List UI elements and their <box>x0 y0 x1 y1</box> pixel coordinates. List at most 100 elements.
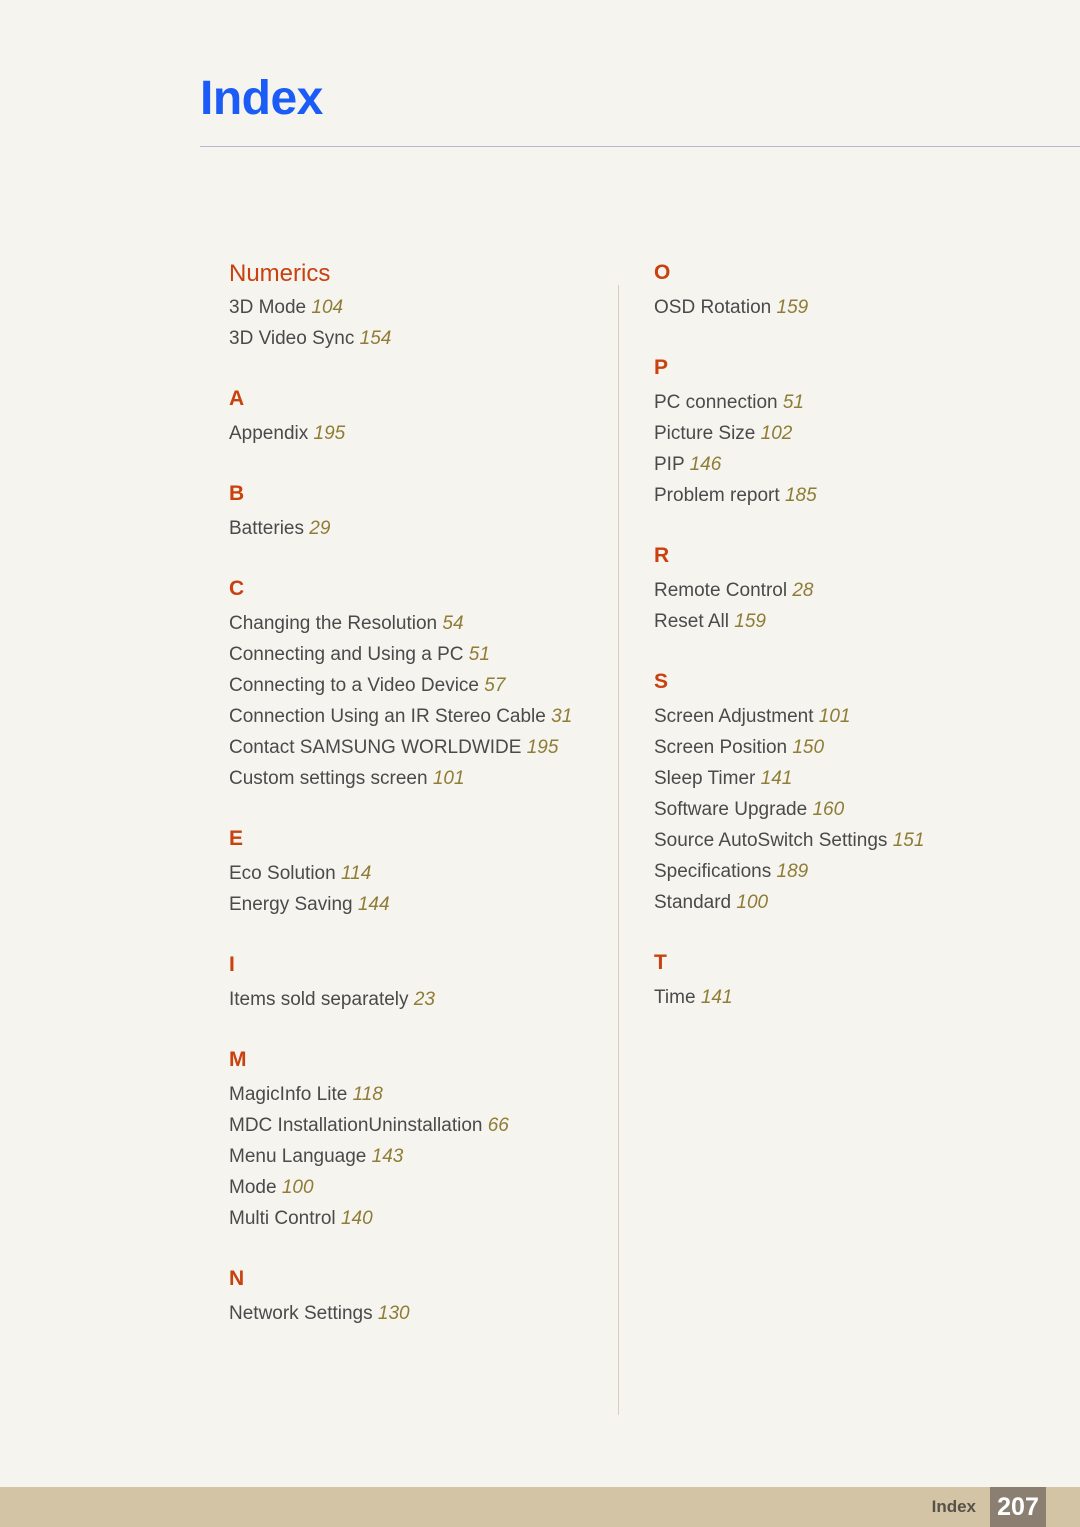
index-entry[interactable]: Batteries 29 <box>229 519 599 538</box>
index-entry[interactable]: Time 141 <box>654 988 1054 1007</box>
index-entry-page-number: 141 <box>700 987 733 1008</box>
index-entry[interactable]: Specifications 189 <box>654 862 1054 881</box>
index-entry-page-number: 66 <box>487 1115 509 1136</box>
index-entry-title: Screen Position <box>654 737 788 758</box>
index-entry[interactable]: Screen Adjustment 101 <box>654 707 1054 726</box>
index-entry[interactable]: PIP 146 <box>654 455 1054 474</box>
index-entry[interactable]: Software Upgrade 160 <box>654 800 1054 819</box>
index-entry[interactable]: Energy Saving 144 <box>229 895 599 914</box>
index-entry-title: Software Upgrade <box>654 799 808 820</box>
index-entry-page-number: 57 <box>484 675 506 696</box>
index-entry[interactable]: Connection Using an IR Stereo Cable 31 <box>229 707 599 726</box>
section-letter-heading: A <box>229 387 245 410</box>
index-entry[interactable]: Connecting and Using a PC 51 <box>229 645 599 664</box>
index-section-t: T Time 141 <box>654 952 1054 1007</box>
index-entry-page-number: 159 <box>776 297 809 318</box>
index-entry[interactable]: Source AutoSwitch Settings 151 <box>654 831 1054 850</box>
column-divider <box>618 285 619 1415</box>
index-entry-page-number: 195 <box>526 737 559 758</box>
index-entry-title: Standard <box>654 892 732 913</box>
index-entry-title: OSD Rotation <box>654 297 772 318</box>
index-entry-page-number: 189 <box>776 861 809 882</box>
index-entry-title: Connecting and Using a PC <box>229 644 464 665</box>
index-section-c: C Changing the Resolution 54 Connecting an… <box>229 578 599 788</box>
index-section-o: O OSD Rotation 159 <box>654 262 1054 317</box>
index-section-r: R Remote Control 28 Reset All 159 <box>654 545 1054 631</box>
index-entry[interactable]: Changing the Resolution 54 <box>229 614 599 633</box>
index-entry[interactable]: Problem report 185 <box>654 486 1054 505</box>
index-entry[interactable]: OSD Rotation 159 <box>654 298 1054 317</box>
index-entry-title: Source AutoSwitch Settings <box>654 830 888 851</box>
index-entry-title: MDC InstallationUninstallation <box>229 1115 483 1136</box>
index-entry[interactable]: Remote Control 28 <box>654 581 1054 600</box>
index-entry[interactable]: Mode 100 <box>229 1178 599 1197</box>
index-entry-page-number: 100 <box>736 892 769 913</box>
index-entry-title: Connection Using an IR Stereo Cable <box>229 706 546 727</box>
index-entry-title: Contact SAMSUNG WORLDWIDE <box>229 737 522 758</box>
index-entry[interactable]: Items sold separately 23 <box>229 990 599 1009</box>
footer-section-label: Index <box>931 1497 976 1516</box>
index-entry-page-number: 143 <box>371 1146 404 1167</box>
section-letter-heading: R <box>654 544 670 567</box>
index-entry[interactable]: PC connection 51 <box>654 393 1054 412</box>
index-entry-page-number: 130 <box>377 1303 410 1324</box>
index-entry-title: Appendix <box>229 423 309 444</box>
index-column-left: Numerics 3D Mode 104 3D Video Sync 154 A App… <box>229 262 599 1324</box>
index-entry[interactable]: Connecting to a Video Device 57 <box>229 676 599 695</box>
index-entry[interactable]: Multi Control 140 <box>229 1209 599 1228</box>
index-entry-title: 3D Mode <box>229 297 307 318</box>
index-entry[interactable]: Standard 100 <box>654 893 1054 912</box>
index-entry-title: Network Settings <box>229 1303 373 1324</box>
index-entry[interactable]: Eco Solution 114 <box>229 864 599 883</box>
index-entry[interactable]: Contact SAMSUNG WORLDWIDE 195 <box>229 738 599 757</box>
index-entry-page-number: 159 <box>734 611 766 632</box>
section-letter-heading: B <box>229 482 245 505</box>
index-section-e: E Eco Solution 114 Energy Saving 144 <box>229 828 599 914</box>
index-entry[interactable]: 3D Video Sync 154 <box>229 329 599 348</box>
index-entry[interactable]: Reset All 159 <box>654 612 1054 631</box>
index-entry-title: Picture Size <box>654 423 756 444</box>
section-letter-heading: I <box>229 953 235 976</box>
index-column-right: O OSD Rotation 159 P PC connection 51 Pictur… <box>654 262 1054 1007</box>
index-entry[interactable]: Picture Size 102 <box>654 424 1054 443</box>
section-letter-heading: C <box>229 577 245 600</box>
index-entry-title: Time <box>654 987 696 1008</box>
index-entry[interactable]: Custom settings screen 101 <box>229 769 599 788</box>
index-entry-title: PC connection <box>654 392 778 413</box>
index-entry[interactable]: MDC InstallationUninstallation 66 <box>229 1116 599 1135</box>
index-entry[interactable]: Menu Language 143 <box>229 1147 599 1166</box>
index-section-n: N Network Settings 130 <box>229 1268 599 1323</box>
index-entry-title: Specifications <box>654 861 772 882</box>
index-entry-page-number: 151 <box>892 830 925 851</box>
index-section-numerics: Numerics 3D Mode 104 3D Video Sync 154 <box>229 262 599 349</box>
index-entry-page-number: 28 <box>792 580 814 601</box>
index-entry-page-number: 51 <box>468 644 490 665</box>
footer-page-number: 207 <box>990 1487 1046 1527</box>
index-entry[interactable]: MagicInfo Lite 118 <box>229 1085 599 1104</box>
section-letter-heading: P <box>654 356 669 379</box>
index-entry-title: Remote Control <box>654 580 788 601</box>
index-entry-title: Mode <box>229 1177 277 1198</box>
index-entry-title: Problem report <box>654 485 780 506</box>
index-entry-page-number: 141 <box>760 768 793 789</box>
index-section-i: I Items sold separately 23 <box>229 954 599 1009</box>
index-entry-page-number: 101 <box>818 706 851 727</box>
index-entry-title: Sleep Timer <box>654 768 756 789</box>
index-entry-page-number: 150 <box>792 737 825 758</box>
index-entry[interactable]: 3D Mode 104 <box>229 298 599 317</box>
index-entry-title: Multi Control <box>229 1208 336 1229</box>
section-letter-heading: E <box>229 827 244 850</box>
index-section-p: P PC connection 51 Picture Size 102 PIP 146… <box>654 357 1054 505</box>
index-entry-title: Changing the Resolution <box>229 613 438 634</box>
index-entry-page-number: 102 <box>760 423 793 444</box>
index-entry-title: Batteries <box>229 518 304 539</box>
footer-inner: Index 207 <box>932 1487 1046 1527</box>
index-entry[interactable]: Sleep Timer 141 <box>654 769 1054 788</box>
section-letter-heading: O <box>654 261 671 284</box>
index-entry-title: PIP <box>654 454 685 475</box>
index-entry[interactable]: Appendix 195 <box>229 424 599 443</box>
index-entry-page-number: 140 <box>340 1208 373 1229</box>
index-entry[interactable]: Screen Position 150 <box>654 738 1054 757</box>
index-entry-page-number: 154 <box>359 328 392 349</box>
index-entry[interactable]: Network Settings 130 <box>229 1304 599 1323</box>
